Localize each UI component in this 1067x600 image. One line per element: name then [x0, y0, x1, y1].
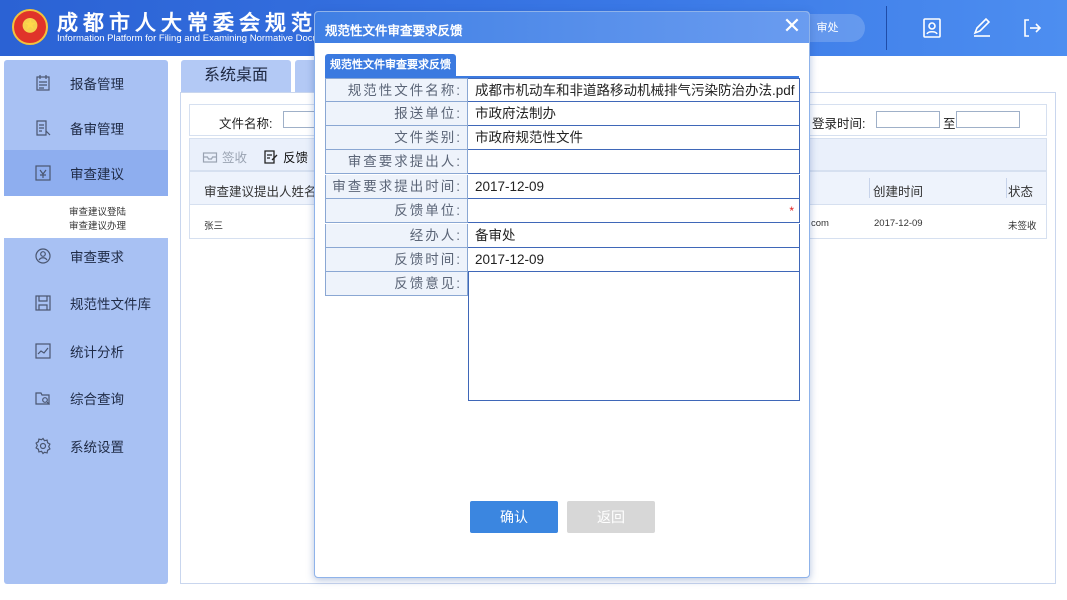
- search-folder-icon: [34, 389, 52, 407]
- dialog-header: 规范性文件审查要求反馈 ✕: [315, 12, 809, 43]
- report-icon: [34, 164, 52, 182]
- file-name-input[interactable]: [283, 111, 315, 128]
- sidebar-item-label: 系统设置: [70, 440, 124, 455]
- sidebar-item-settings[interactable]: 系统设置: [4, 423, 168, 469]
- form-row-document-name: 规范性文件名称: 成都市机动车和非道路移动机械排气污染防治办法.pdf: [325, 78, 800, 102]
- submitting-unit-field: 市政府法制办: [468, 102, 800, 126]
- logout-icon[interactable]: [1020, 16, 1044, 40]
- national-emblem-logo: [12, 9, 48, 45]
- chart-icon: [34, 342, 52, 360]
- sidebar-item-label: 审查建议: [70, 167, 124, 182]
- site-subtitle: Information Platform for Filing and Exam…: [57, 33, 337, 44]
- feedback-dialog: 规范性文件审查要求反馈 ✕ 规范性文件审查要求反馈 规范性文件名称: 成都市机动…: [314, 11, 810, 578]
- subnav-item-register[interactable]: 审查建议登陆: [69, 204, 126, 218]
- field-label: 审查要求提出人:: [325, 150, 468, 174]
- feedback-button[interactable]: 反馈: [263, 147, 308, 166]
- close-icon[interactable]: ✕: [781, 15, 803, 37]
- contact-card-icon[interactable]: [920, 16, 944, 40]
- tab-desktop[interactable]: 系统桌面: [181, 60, 291, 92]
- cell-name: 张三: [204, 221, 224, 232]
- sidebar-item-requirements[interactable]: 审查要求: [4, 233, 168, 279]
- sidebar-item-suggestions[interactable]: 审查建议: [4, 150, 168, 196]
- file-name-label: 文件名称:: [219, 117, 273, 131]
- handler-field: 备审处: [468, 224, 800, 248]
- sidebar-item-filing[interactable]: 报备管理: [4, 60, 168, 106]
- form-row-requester: 审查要求提出人:: [325, 150, 800, 174]
- document-name-field: 成都市机动车和非道路移动机械排气污染防治办法.pdf: [468, 78, 800, 102]
- sidebar-item-statistics[interactable]: 统计分析: [4, 328, 168, 374]
- sidebar-item-library[interactable]: 规范性文件库: [4, 280, 168, 326]
- login-time-end-input[interactable]: [956, 111, 1020, 128]
- feedback-button-label: 反馈: [283, 151, 309, 165]
- field-label: 反馈时间:: [325, 248, 468, 272]
- cell-created: 2017-12-09: [874, 218, 923, 229]
- subnav-item-handle[interactable]: 审查建议办理: [69, 218, 126, 232]
- column-divider: [1006, 178, 1007, 198]
- column-header-name[interactable]: 审查建议提出人姓名: [204, 181, 317, 200]
- edit-icon[interactable]: [970, 16, 994, 40]
- feedback-time-field: 2017-12-09: [468, 248, 800, 272]
- sign-button[interactable]: 签收: [202, 147, 247, 166]
- edit-form-icon: [264, 149, 278, 164]
- request-time-field: 2017-12-09: [468, 175, 800, 199]
- form-row-request-time: 审查要求提出时间: 2017-12-09: [325, 175, 800, 199]
- column-divider: [869, 178, 870, 198]
- document-edit-icon: [34, 119, 52, 137]
- sidebar-item-label: 综合查询: [70, 392, 124, 407]
- date-range-separator: 至: [943, 117, 956, 131]
- required-marker: *: [789, 204, 794, 218]
- form-row-feedback-time: 反馈时间: 2017-12-09: [325, 248, 800, 272]
- gear-icon: [34, 437, 52, 455]
- form-row-feedback-unit: 反馈单位: *: [325, 199, 800, 223]
- sidebar: 报备管理 备审管理 审查建议 审查建议登陆 审查建议办理 审查要求 规范性文件库…: [4, 60, 168, 584]
- header-divider: [886, 6, 887, 50]
- dialog-title: 规范性文件审查要求反馈: [325, 24, 463, 38]
- form-row-handler: 经办人: 备审处: [325, 224, 800, 248]
- column-header-status[interactable]: 状态: [1008, 181, 1033, 200]
- field-label: 审查要求提出时间:: [325, 175, 468, 199]
- sidebar-item-query[interactable]: 综合查询: [4, 375, 168, 421]
- sidebar-subnav: 审查建议登陆 审查建议办理: [4, 196, 168, 238]
- field-label: 规范性文件名称:: [325, 78, 468, 102]
- back-button[interactable]: 返回: [567, 501, 655, 533]
- form-row-submitting-unit: 报送单位: 市政府法制办: [325, 102, 800, 126]
- document-type-field: 市政府规范性文件: [468, 126, 800, 150]
- field-label: 反馈单位:: [325, 199, 468, 223]
- sidebar-item-label: 审查要求: [70, 250, 124, 265]
- login-time-label: 登录时间:: [812, 117, 866, 131]
- sidebar-item-label: 备审管理: [70, 122, 124, 137]
- confirm-button[interactable]: 确认: [470, 501, 558, 533]
- sidebar-item-review[interactable]: 备审管理: [4, 105, 168, 151]
- cell-status: 未签收: [1008, 221, 1037, 232]
- dialog-tab[interactable]: 规范性文件审查要求反馈: [325, 54, 456, 77]
- calendar-icon: [34, 74, 52, 92]
- sidebar-item-label: 报备管理: [70, 77, 124, 92]
- form-row-document-type: 文件类别: 市政府规范性文件: [325, 126, 800, 150]
- column-header-created[interactable]: 创建时间: [873, 181, 923, 200]
- field-label: 反馈意见:: [325, 272, 468, 296]
- sidebar-item-label: 规范性文件库: [70, 297, 151, 312]
- cell-email: com: [811, 218, 829, 229]
- sidebar-item-label: 统计分析: [70, 345, 124, 360]
- save-icon: [34, 294, 52, 312]
- sign-button-label: 签收: [222, 151, 248, 165]
- feedback-opinion-textarea[interactable]: [468, 272, 800, 401]
- field-label: 经办人:: [325, 224, 468, 248]
- field-label: 文件类别:: [325, 126, 468, 150]
- requester-field: [468, 150, 800, 174]
- inbox-icon: [202, 151, 218, 163]
- field-label: 报送单位:: [325, 102, 468, 126]
- user-circle-icon: [34, 247, 52, 265]
- login-time-start-input[interactable]: [876, 111, 940, 128]
- feedback-unit-input[interactable]: [468, 199, 800, 223]
